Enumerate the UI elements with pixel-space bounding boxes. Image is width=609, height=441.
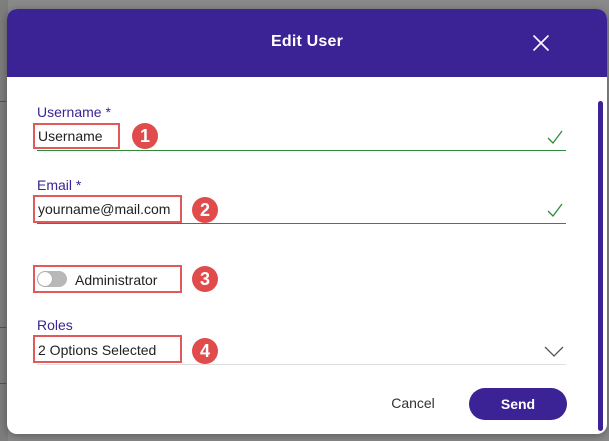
cancel-button[interactable]: Cancel <box>379 395 447 415</box>
send-button[interactable]: Send <box>469 388 567 420</box>
check-icon <box>547 203 563 217</box>
annotation-badge-2: 2 <box>192 197 218 223</box>
chevron-down-icon <box>544 346 564 357</box>
annotation-badge-1: 1 <box>132 123 158 149</box>
email-label: Email * <box>37 177 82 193</box>
scrollbar[interactable] <box>598 101 603 431</box>
dialog-header: Edit User <box>7 9 607 77</box>
annotation-box-2 <box>33 195 182 223</box>
annotation-box-1 <box>33 123 120 149</box>
roles-label: Roles <box>37 317 73 333</box>
annotation-box-3 <box>33 265 182 293</box>
annotation-badge-3: 3 <box>192 266 218 292</box>
edit-user-dialog: Edit User Username * Username 1 Email * … <box>7 9 607 434</box>
username-label: Username * <box>37 104 111 120</box>
annotation-badge-4: 4 <box>192 338 218 364</box>
dialog-title: Edit User <box>270 33 344 50</box>
check-icon <box>547 130 563 144</box>
close-icon[interactable] <box>531 33 551 53</box>
annotation-box-4 <box>33 335 182 363</box>
